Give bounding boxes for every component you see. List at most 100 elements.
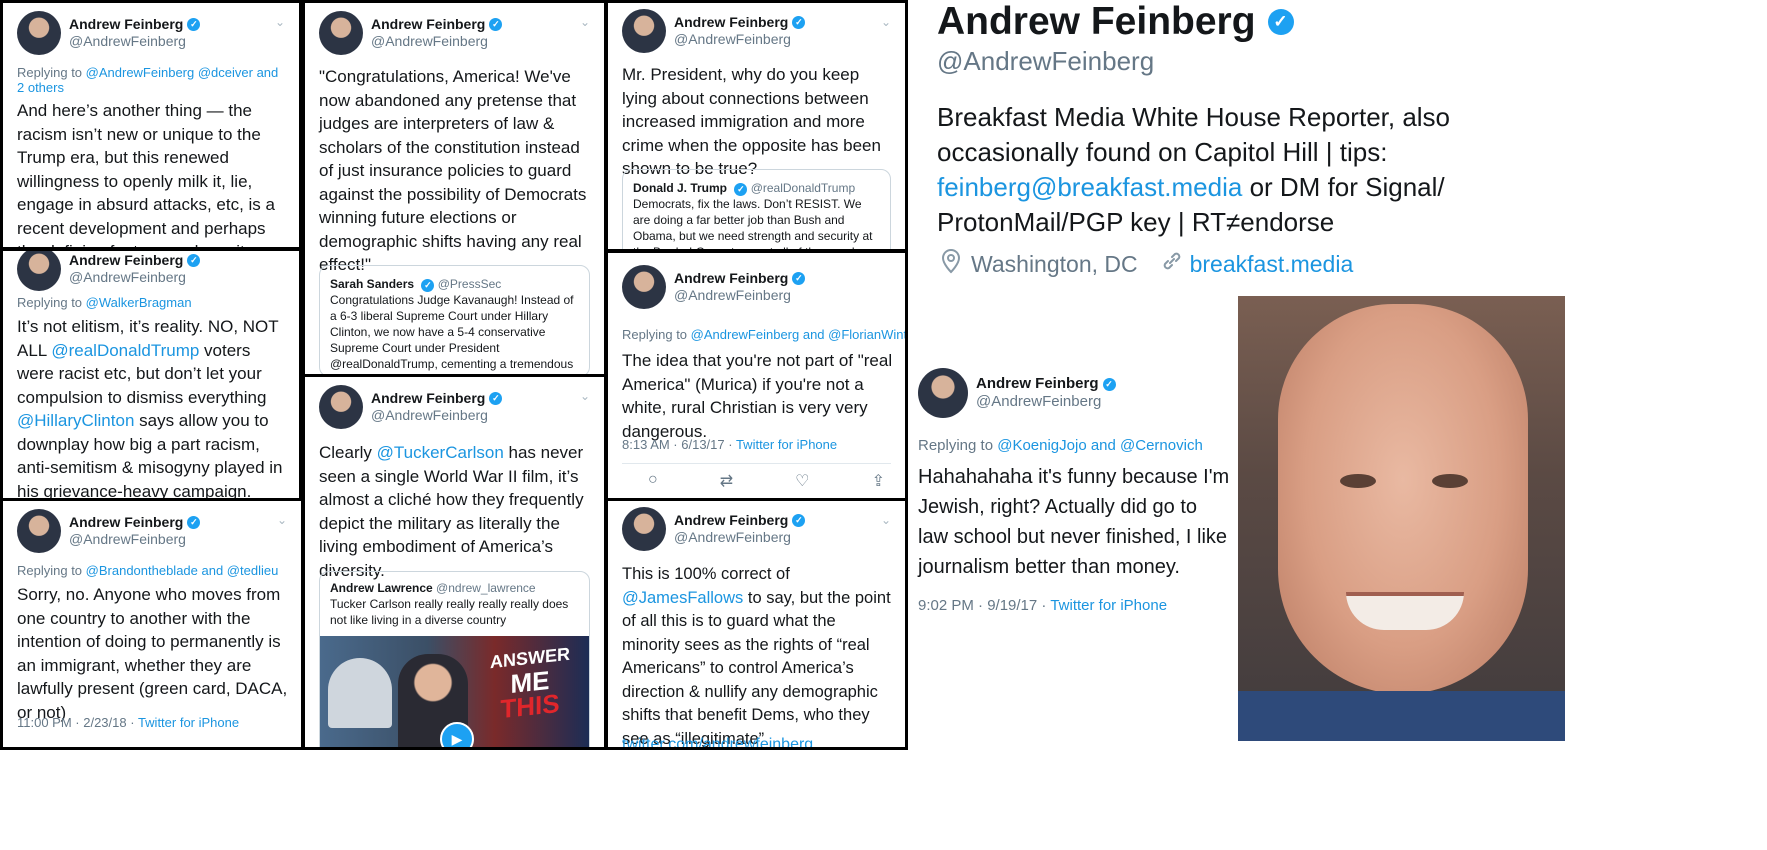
reply-mentions[interactable]: @KoenigJojo and @Cernovich bbox=[997, 437, 1203, 454]
author-name[interactable]: Andrew Feinberg bbox=[976, 375, 1099, 393]
banner-text: ANSWER ME THIS bbox=[490, 643, 570, 725]
face bbox=[1278, 304, 1528, 694]
verified-badge-icon: ✓ bbox=[187, 254, 201, 268]
tweet-header: Andrew Feinberg ✓ @AndrewFeinberg bbox=[319, 385, 503, 429]
profile-website-link[interactable]: breakfast.media bbox=[1190, 251, 1354, 278]
profile-handle: @AndrewFeinberg bbox=[937, 46, 1155, 76]
tweet-actions: ○ ⇄ ♡ ⇪ bbox=[648, 471, 885, 491]
author-name[interactable]: Andrew Feinberg bbox=[69, 514, 183, 531]
chevron-down-icon[interactable]: ⌄ bbox=[881, 513, 891, 527]
tweet-card-9[interactable]: Andrew Feinberg ✓ @AndrewFeinberg Replyin… bbox=[904, 360, 1234, 630]
avatar[interactable] bbox=[17, 251, 61, 291]
chevron-down-icon[interactable]: ⌄ bbox=[580, 389, 590, 403]
author-name[interactable]: Andrew Feinberg bbox=[674, 512, 788, 529]
reply-mentions[interactable]: @WalkerBragman bbox=[86, 295, 192, 310]
author-handle[interactable]: @AndrewFeinberg bbox=[674, 529, 805, 546]
source-link[interactable]: Twitter for iPhone bbox=[736, 437, 837, 452]
reply-mentions[interactable]: @AndrewFeinberg and @FlorianWinter bbox=[691, 327, 905, 342]
video-thumbnail[interactable]: ANSWER ME THIS ▶ bbox=[320, 636, 589, 747]
quoted-tweet[interactable]: Andrew Lawrence @ndrew_lawrence Tucker C… bbox=[319, 571, 590, 747]
author-handle[interactable]: @AndrewFeinberg bbox=[69, 33, 200, 50]
capitol-dome bbox=[328, 658, 392, 728]
chevron-down-icon[interactable]: ⌄ bbox=[277, 513, 287, 527]
author-handle[interactable]: @AndrewFeinberg bbox=[69, 269, 200, 286]
verified-badge-icon: ✓ bbox=[489, 18, 503, 32]
mention-link[interactable]: @realDonaldTrump bbox=[51, 341, 199, 360]
source-link[interactable]: Twitter for iPhone bbox=[138, 715, 239, 730]
tweet-link[interactable]: twitter.com/andrewfeinberg... bbox=[622, 733, 895, 747]
author-handle[interactable]: @AndrewFeinberg bbox=[371, 33, 502, 50]
quote-author-handle: @PressSec bbox=[437, 277, 502, 291]
author-name[interactable]: Andrew Feinberg bbox=[69, 252, 183, 269]
tweet-card-4[interactable]: Andrew Feinberg ✓ @AndrewFeinberg ⌄ "Cong… bbox=[302, 0, 607, 378]
quote-author-name: Donald J. Trump bbox=[633, 181, 728, 195]
author-name[interactable]: Andrew Feinberg bbox=[674, 14, 788, 31]
author-handle[interactable]: @AndrewFeinberg bbox=[674, 287, 805, 304]
verified-badge-icon: ✓ bbox=[792, 16, 806, 30]
replying-to: Replying to @KoenigJojo and @Cernovich bbox=[918, 437, 1203, 454]
avatar[interactable] bbox=[918, 368, 968, 418]
author-handle[interactable]: @AndrewFeinberg bbox=[976, 393, 1116, 411]
avatar[interactable] bbox=[622, 265, 666, 309]
avatar[interactable] bbox=[17, 509, 61, 553]
replying-to: Replying to @AndrewFeinberg @dceiver and… bbox=[17, 65, 279, 95]
author-name[interactable]: Andrew Feinberg bbox=[371, 390, 485, 407]
chevron-down-icon[interactable]: ⌄ bbox=[275, 15, 285, 29]
avatar[interactable] bbox=[319, 11, 363, 55]
quote-author-name: Andrew Lawrence bbox=[330, 581, 433, 595]
tweet-card-2[interactable]: Andrew Feinberg ✓ @AndrewFeinberg Replyin… bbox=[0, 248, 302, 502]
tweet-card-5[interactable]: Andrew Feinberg ✓ @AndrewFeinberg ⌄ Clear… bbox=[302, 374, 607, 750]
tweet-text: Hahahahaha it's funny because I'm Jewish… bbox=[918, 466, 1230, 578]
tweet-card-1[interactable]: Andrew Feinberg ✓ @AndrewFeinberg ⌄ Reply… bbox=[0, 0, 302, 250]
chevron-down-icon[interactable]: ⌄ bbox=[580, 15, 590, 29]
tweet-text: Mr. President, why do you keep lying abo… bbox=[622, 65, 881, 178]
share-icon[interactable]: ⇪ bbox=[872, 471, 885, 491]
author-name[interactable]: Andrew Feinberg bbox=[371, 16, 485, 33]
tweet-header: Andrew Feinberg ✓ @AndrewFeinberg bbox=[622, 9, 806, 53]
replying-to: Replying to @AndrewFeinberg and @Florian… bbox=[622, 327, 905, 342]
quote-author-handle: @ndrew_lawrence bbox=[436, 581, 536, 595]
quoted-tweet[interactable]: Sarah Sanders ✓ @PressSec Congratulation… bbox=[319, 265, 590, 375]
tweet-card-7[interactable]: Andrew Feinberg ✓ @AndrewFeinberg Replyin… bbox=[605, 250, 908, 502]
tweet-text: Sorry, no. Anyone who moves from one cou… bbox=[17, 585, 288, 722]
play-icon[interactable]: ▶ bbox=[440, 722, 474, 747]
avatar[interactable] bbox=[17, 11, 61, 55]
author-handle[interactable]: @AndrewFeinberg bbox=[69, 531, 200, 548]
location-pin-icon bbox=[937, 248, 965, 280]
author-name[interactable]: Andrew Feinberg bbox=[674, 270, 788, 287]
avatar[interactable] bbox=[622, 507, 666, 551]
verified-badge-icon: ✓ bbox=[792, 272, 806, 286]
quoted-tweet[interactable]: Donald J. Trump ✓ @realDonaldTrump Democ… bbox=[622, 169, 891, 252]
source-link[interactable]: Twitter for iPhone bbox=[1050, 597, 1167, 614]
bio-email-link[interactable]: feinberg@breakfast.media bbox=[937, 172, 1242, 202]
eye-right bbox=[1432, 474, 1468, 488]
avatar[interactable] bbox=[319, 385, 363, 429]
tweet-card-6[interactable]: Andrew Feinberg ✓ @AndrewFeinberg ⌄ Mr. P… bbox=[605, 0, 908, 252]
reply-icon[interactable]: ○ bbox=[648, 471, 658, 491]
tweet-header: Andrew Feinberg ✓ @AndrewFeinberg bbox=[319, 11, 503, 55]
mention-link[interactable]: @HillaryClinton bbox=[17, 411, 134, 430]
like-icon[interactable]: ♡ bbox=[795, 471, 809, 491]
author-handle[interactable]: @AndrewFeinberg bbox=[371, 407, 502, 424]
tweet-header: Andrew Feinberg ✓ @AndrewFeinberg bbox=[622, 265, 806, 309]
author-handle[interactable]: @AndrewFeinberg bbox=[674, 31, 805, 48]
quote-author-handle: @realDonaldTrump bbox=[750, 181, 856, 195]
reply-mentions[interactable]: @Brandontheblade and @tedlieu bbox=[86, 563, 279, 578]
verified-badge-icon: ✓ bbox=[187, 18, 201, 32]
author-name[interactable]: Andrew Feinberg bbox=[69, 16, 183, 33]
tweet-header: Andrew Feinberg ✓ @AndrewFeinberg bbox=[17, 509, 201, 553]
quote-text: Democrats, fix the laws. Don’t RESIST. W… bbox=[633, 197, 873, 252]
chevron-down-icon[interactable]: ⌄ bbox=[881, 15, 891, 29]
profile-bio: Breakfast Media White House Reporter, al… bbox=[937, 102, 1451, 237]
mention-link[interactable]: @JamesFallows bbox=[622, 589, 743, 607]
tweet-timestamp: 11:00 PM · 2/23/18 · Twitter for iPhone bbox=[17, 715, 240, 730]
retweet-icon[interactable]: ⇄ bbox=[720, 471, 733, 491]
avatar[interactable] bbox=[622, 9, 666, 53]
tweet-text: "Congratulations, America! We've now aba… bbox=[319, 67, 587, 274]
tweet-text: And here’s another thing — the racism is… bbox=[17, 101, 275, 247]
tweet-card-8[interactable]: Andrew Feinberg ✓ @AndrewFeinberg ⌄ This … bbox=[605, 498, 908, 750]
tweet-card-3[interactable]: Andrew Feinberg ✓ @AndrewFeinberg ⌄ Reply… bbox=[0, 498, 304, 750]
verified-badge-icon: ✓ bbox=[1102, 377, 1116, 391]
mention-link[interactable]: @TuckerCarlson bbox=[377, 443, 504, 462]
verified-badge-icon: ✓ bbox=[734, 183, 748, 196]
